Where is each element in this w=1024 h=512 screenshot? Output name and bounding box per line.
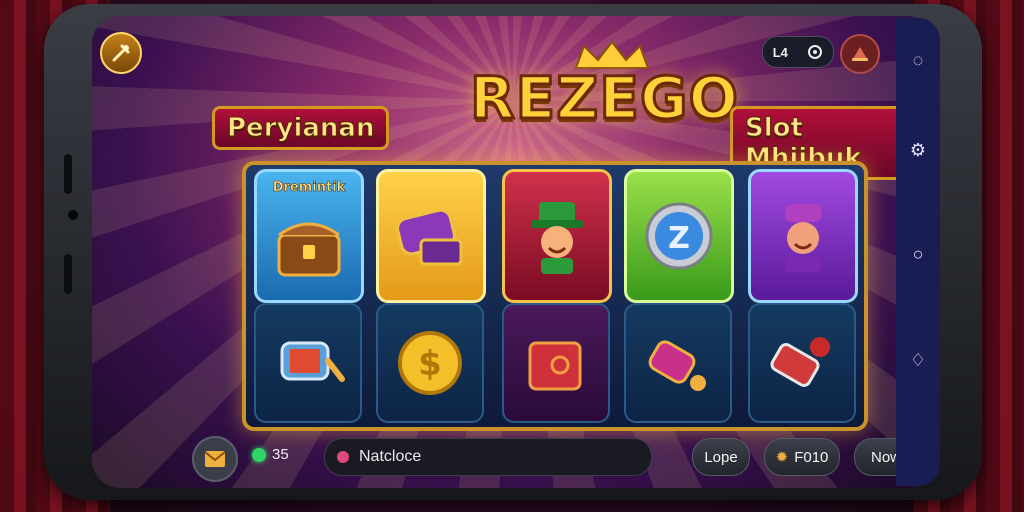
location-icon[interactable]: ♢ <box>906 348 930 372</box>
silver-coin-icon: Z <box>645 202 713 270</box>
reel-4: Z <box>620 169 734 423</box>
ticket-roll-icon <box>396 208 463 266</box>
bottom-bar: 35 Natcloce Lope ✹ F010 Now <box>192 436 932 482</box>
online-indicator: 35 <box>252 446 289 463</box>
sun-icon: ✹ <box>775 449 789 466</box>
online-dot-icon <box>252 447 266 462</box>
svg-text:$: $ <box>418 344 442 384</box>
message-field[interactable]: Natcloce <box>324 438 652 476</box>
reel-tile[interactable] <box>254 303 362 423</box>
home-button-icon[interactable]: ○ <box>906 242 930 266</box>
game-title: Peryianan REZEGO Slot Mhiibuk <box>212 40 912 180</box>
settings-gear-icon[interactable]: ⚙ <box>906 138 930 162</box>
f010-button[interactable]: ✹ F010 <box>764 438 840 476</box>
online-count: 35 <box>272 446 289 463</box>
reel-tile[interactable] <box>376 169 486 303</box>
reel-tile[interactable] <box>502 303 610 423</box>
lope-button[interactable]: Lope <box>692 438 750 476</box>
system-navbar: ◌ ⚙ ○ ♢ <box>896 18 940 486</box>
phone-frame: L4 Peryianan REZEGO Slot Mhiibuk Dremint… <box>44 4 982 500</box>
chest-icon <box>277 222 341 277</box>
f010-button-label: F010 <box>794 448 829 466</box>
lope-button-label: Lope <box>704 448 738 466</box>
reel-1: Dremintik <box>250 169 364 423</box>
reel-tile[interactable] <box>624 303 732 423</box>
message-dot-icon <box>337 451 349 463</box>
svg-text:Z: Z <box>668 221 690 256</box>
tile-label: Dremintik <box>272 180 346 196</box>
red-cylinder-icon <box>770 337 830 387</box>
reel-tile[interactable] <box>748 169 858 303</box>
slot-board: Dremintik $ Z <box>242 161 868 431</box>
pink-cylinder-icon <box>648 340 706 391</box>
mail-button[interactable] <box>192 436 238 482</box>
tools-button[interactable] <box>100 32 142 74</box>
message-text: Natcloce <box>359 448 422 465</box>
volume-button <box>64 154 72 194</box>
reel-tile[interactable] <box>748 303 856 423</box>
title-left-text: Peryianan <box>212 106 390 150</box>
reel-tile[interactable] <box>502 169 612 303</box>
title-main-text: REZEGO <box>469 63 740 134</box>
reel-cylinder-icon <box>280 341 345 382</box>
tools-icon <box>112 44 130 62</box>
reel-2: $ <box>372 169 486 423</box>
power-button <box>64 254 72 294</box>
front-camera <box>66 208 80 222</box>
reel-3 <box>498 169 612 423</box>
reel-5 <box>744 169 858 423</box>
game-screen: L4 Peryianan REZEGO Slot Mhiibuk Dremint… <box>92 16 934 488</box>
envelope-icon <box>204 451 226 467</box>
red-box-icon <box>528 341 582 391</box>
reel-tile[interactable]: Z <box>624 169 734 303</box>
leprechaun-icon <box>531 202 583 274</box>
chat-icon[interactable]: ◌ <box>906 48 930 72</box>
reel-tile[interactable]: $ <box>376 303 484 423</box>
jester-icon <box>785 204 821 272</box>
reel-tile[interactable]: Dremintik <box>254 169 364 303</box>
dollar-coin-icon: $ <box>398 331 462 395</box>
